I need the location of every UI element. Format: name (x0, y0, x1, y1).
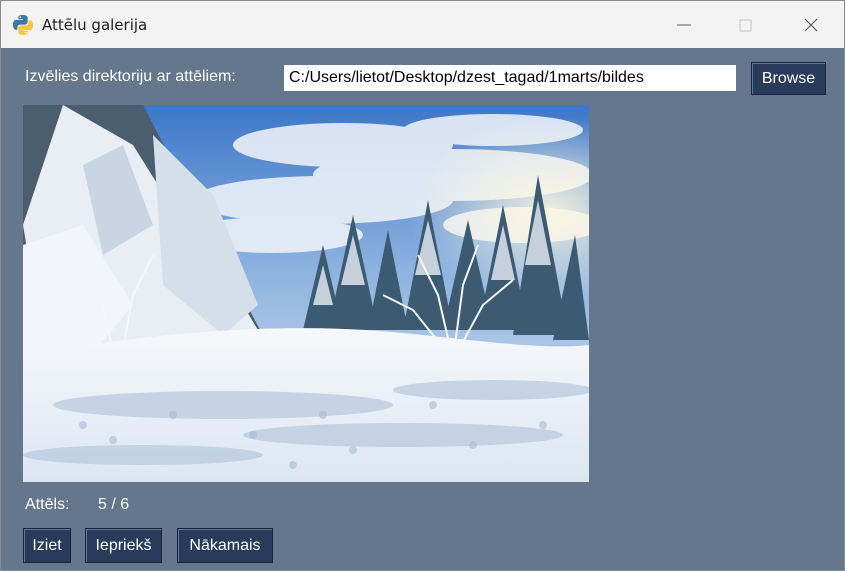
gallery-image (23, 105, 589, 482)
directory-path-input[interactable] (284, 65, 736, 91)
previous-button[interactable]: Iepriekš (85, 528, 162, 563)
image-counter-value: 5 / 6 (98, 496, 130, 513)
snowy-forest-photo (23, 105, 589, 482)
exit-button[interactable]: Iziet (23, 528, 71, 563)
maximize-button[interactable] (714, 1, 778, 48)
browse-button[interactable]: Browse (751, 62, 826, 95)
python-icon (12, 14, 34, 36)
close-icon (804, 18, 818, 32)
title-bar[interactable]: Attēlu galerija (1, 1, 844, 48)
window-title: Attēlu galerija (42, 16, 148, 34)
minimize-icon (677, 24, 691, 26)
next-button[interactable]: Nākamais (177, 528, 273, 563)
directory-label: Izvēlies direktoriju ar attēliem: (25, 68, 236, 85)
maximize-icon (739, 19, 752, 32)
close-button[interactable] (779, 1, 843, 48)
image-counter-label: Attēls: (25, 496, 70, 513)
app-window: Attēlu galerija Izvēlies direktoriju ar … (0, 0, 845, 571)
minimize-button[interactable] (652, 1, 716, 48)
